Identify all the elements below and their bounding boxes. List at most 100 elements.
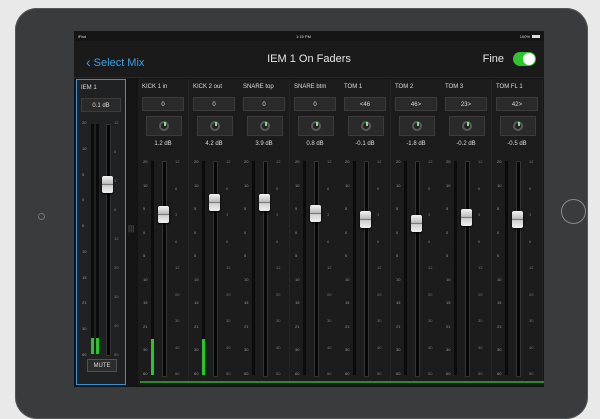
gain-readout: -1.8 dB [406, 141, 426, 147]
scale-tick-label: 10 [295, 183, 300, 188]
camera-icon [38, 213, 45, 220]
mute-button[interactable]: MUTE [87, 359, 117, 372]
scale-tick-label: 20 [345, 159, 350, 164]
drag-handle-icon[interactable]: ||| [128, 224, 134, 233]
scale-tick-label: 3 [377, 212, 380, 217]
scale-tick-label: 12 [226, 159, 231, 164]
scale-tick-label: 50 [226, 371, 231, 376]
fader-cap[interactable] [512, 211, 523, 228]
scale-tick-label: 6 [478, 186, 481, 191]
scale-tick-label: 20 [143, 159, 148, 164]
scale-tick-label: 21 [446, 324, 451, 329]
scale-tick-label: 5 [396, 206, 399, 211]
fader-track[interactable] [516, 161, 521, 377]
status-bar: iPad 1:15 PM 100% [74, 31, 544, 41]
pan-knob[interactable] [146, 116, 182, 136]
scale-tick-label: 20 [194, 159, 199, 164]
scale-tick-label: 30 [82, 326, 87, 331]
meter-fill [202, 339, 205, 375]
gain-readout: 1.2 dB [154, 141, 172, 147]
scale-tick-label: 5 [345, 253, 348, 258]
pan-knob[interactable] [449, 116, 485, 136]
scale-tick-label: 20 [175, 292, 180, 297]
scale-tick-label: 60 [345, 371, 350, 376]
channel-name: TOM FL 1 [496, 84, 523, 90]
fader-track[interactable] [364, 161, 369, 377]
scale-tick-label: 10 [345, 277, 350, 282]
battery-icon [532, 35, 540, 39]
scale-tick-label: 30 [175, 318, 180, 323]
scale-tick-label: 6 [529, 239, 532, 244]
gain-readout: 4.2 dB [205, 141, 223, 147]
pan-display[interactable]: 23> [445, 97, 487, 111]
scale-tick-label: 10 [295, 277, 300, 282]
scale-tick-label: 15 [295, 300, 300, 305]
fader-track[interactable] [162, 161, 167, 377]
scale-tick-label: 5 [295, 253, 298, 258]
scale-tick-label: 12 [428, 159, 433, 164]
fader-cap[interactable] [461, 209, 472, 226]
scale-tick-label: 10 [244, 277, 249, 282]
scale-tick-label: 5 [446, 206, 449, 211]
channel-meter [252, 161, 255, 375]
scale-tick-label: 15 [396, 300, 401, 305]
scale-tick-label: 30 [529, 318, 534, 323]
gain-readout: -0.2 dB [456, 141, 476, 147]
pan-knob[interactable] [247, 116, 283, 136]
fader-cap[interactable] [102, 176, 113, 193]
meter-fill [151, 339, 154, 375]
green-baseline [140, 381, 544, 383]
pan-display[interactable]: 0 [193, 97, 235, 111]
scale-tick-label: 0 [396, 230, 399, 235]
fader-track[interactable] [415, 161, 420, 377]
home-button[interactable] [561, 199, 586, 224]
fader-cap[interactable] [209, 194, 220, 211]
meter-right [96, 124, 99, 354]
channel-meter [404, 161, 407, 375]
fader-track[interactable] [106, 124, 111, 356]
fader-track[interactable] [314, 161, 319, 377]
fader-cap[interactable] [310, 205, 321, 222]
channel-strip: TOM 3 23> -0.2 dB 20 10 5 0 5 10 15 21 30 60 12 6 3 6 12 2… [441, 79, 492, 385]
scale-tick-label: 6 [276, 239, 279, 244]
pan-display[interactable]: 46> [395, 97, 437, 111]
scale-tick-label: 15 [143, 300, 148, 305]
main-mix-strip: IEM 1 0.1 dB 20 10 5 0 5 10 15 21 30 60 12 6 3 6 12 20… [76, 79, 126, 385]
pan-display[interactable]: <46 [344, 97, 386, 111]
pan-knob[interactable] [348, 116, 384, 136]
knob-icon [210, 121, 220, 131]
pan-knob[interactable] [399, 116, 435, 136]
scale-tick-label: 40 [478, 345, 483, 350]
scale-tick-label: 20 [327, 292, 332, 297]
pan-display[interactable]: 0 [294, 97, 336, 111]
knob-icon [361, 121, 371, 131]
gain-readout: -0.1 dB [355, 141, 375, 147]
fader-track[interactable] [465, 161, 470, 377]
scale-tick-label: 60 [82, 352, 87, 357]
pan-display[interactable]: 0 [142, 97, 184, 111]
scale-tick-label: 3 [529, 212, 532, 217]
scale-tick-label: 10 [82, 249, 87, 254]
scale-tick-label: 12 [327, 265, 332, 270]
scale-tick-label: 6 [226, 186, 229, 191]
pan-display[interactable]: 0 [243, 97, 285, 111]
scale-tick-label: 3 [226, 212, 229, 217]
scale-tick-label: 20 [226, 292, 231, 297]
fader-cap[interactable] [411, 215, 422, 232]
fine-toggle[interactable] [513, 52, 536, 66]
pan-knob[interactable] [197, 116, 233, 136]
channel-meter [454, 161, 457, 375]
pan-display[interactable]: 42> [496, 97, 538, 111]
fader-cap[interactable] [360, 211, 371, 228]
scale-tick-label: 30 [143, 347, 148, 352]
scale-tick-label: 12 [276, 265, 281, 270]
scale-tick-label: 30 [244, 347, 249, 352]
scale-tick-label: 0 [143, 230, 146, 235]
fader-cap[interactable] [158, 206, 169, 223]
level-display[interactable]: 0.1 dB [81, 98, 121, 112]
scale-tick-label: 50 [327, 371, 332, 376]
pan-knob[interactable] [500, 116, 536, 136]
fader-cap[interactable] [259, 194, 270, 211]
pan-knob[interactable] [298, 116, 334, 136]
scale-tick-label: 12 [175, 265, 180, 270]
